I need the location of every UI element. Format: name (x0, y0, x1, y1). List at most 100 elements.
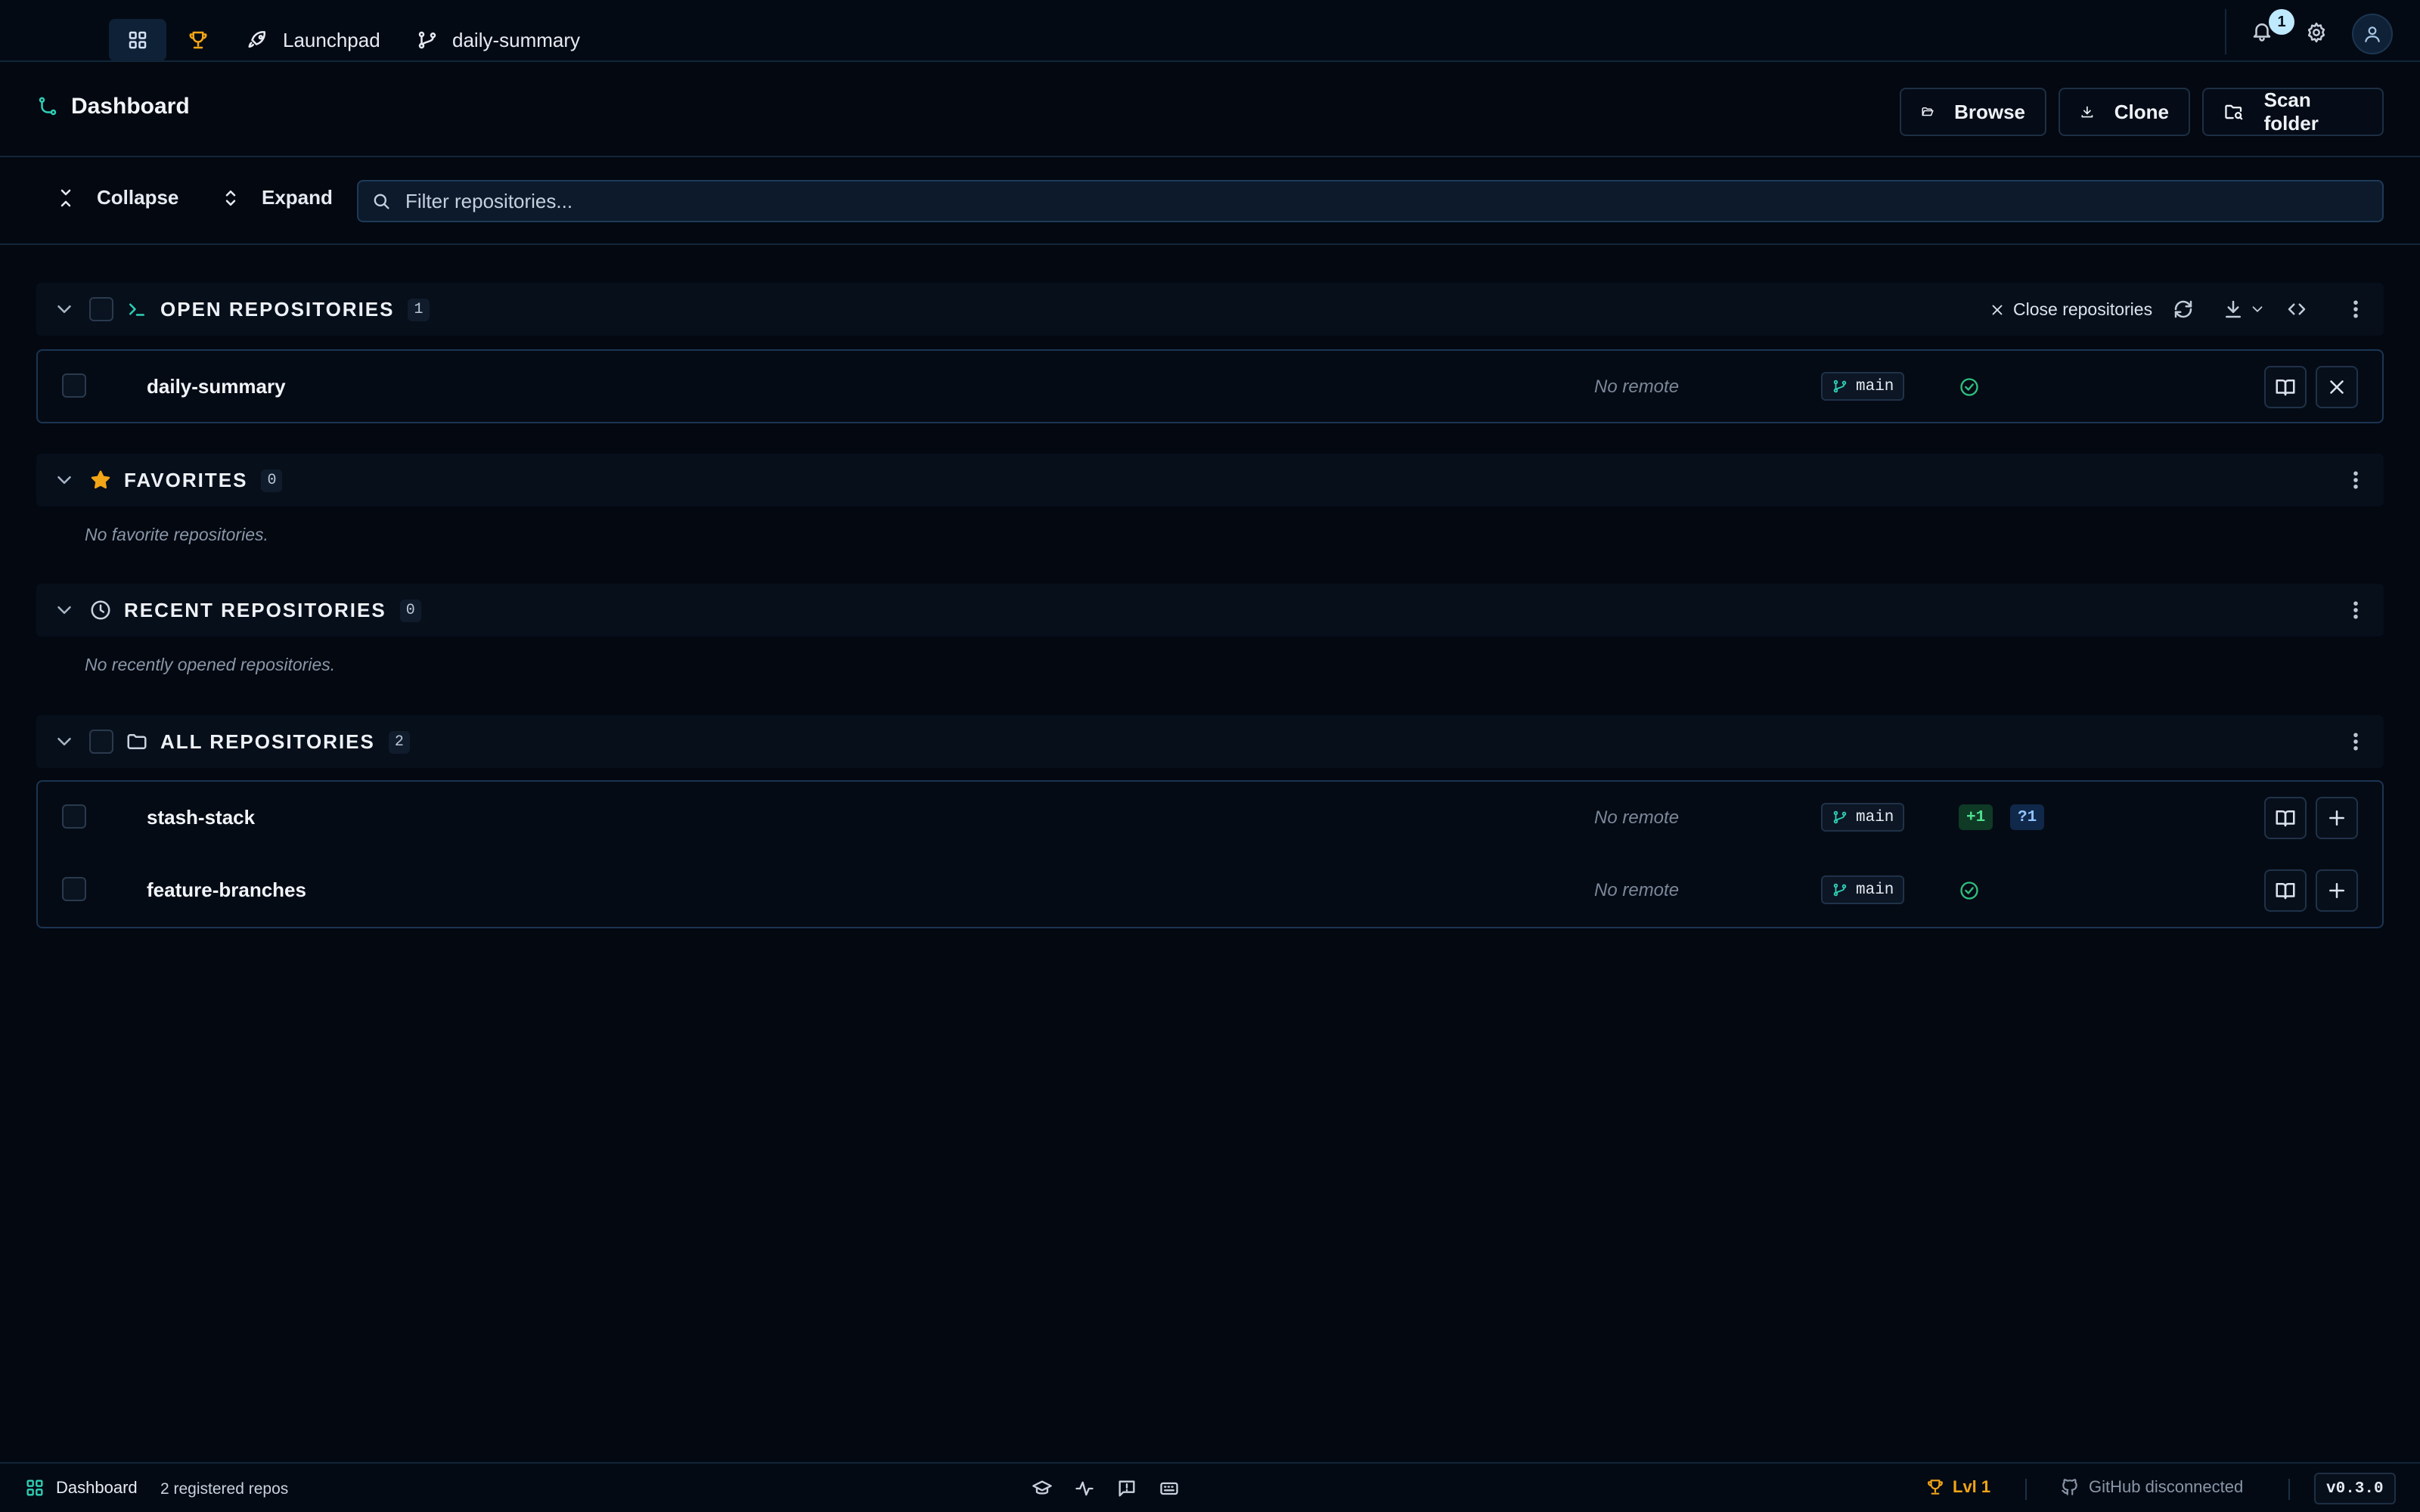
notification-badge: 1 (2269, 9, 2294, 35)
close-icon (2330, 380, 2344, 394)
browse-button[interactable]: Browse (1900, 88, 2046, 136)
expand-label: Expand (262, 186, 333, 209)
branch-badge: main (1821, 875, 1905, 904)
repo-row-stash-stack[interactable]: stash-stack No remote main +1 ?1 (38, 782, 2382, 854)
code-icon[interactable] (2285, 298, 2308, 321)
keyboard-icon[interactable] (1159, 1478, 1180, 1499)
repo-checkbox[interactable] (62, 373, 86, 398)
page-title-text: Dashboard (71, 94, 190, 119)
git-branch-icon (1833, 810, 1847, 824)
recent-repositories-header[interactable]: RECENT REPOSITORIES 0 (36, 584, 2384, 637)
status-dashboard[interactable]: Dashboard (24, 1477, 138, 1498)
favorites-header[interactable]: FAVORITES 0 (36, 454, 2384, 507)
terminal-icon (129, 303, 144, 316)
filter-repositories-input[interactable] (405, 189, 2382, 213)
repo-tab-label: daily-summary (452, 28, 581, 51)
repo-row-daily-summary[interactable]: daily-summary No remote main (38, 351, 2382, 423)
achievements-tab[interactable] (182, 19, 215, 61)
branch-name: main (1856, 808, 1894, 826)
dashboard-grid-icon (129, 31, 147, 49)
open-repo-button[interactable] (2264, 797, 2307, 839)
collapse-all-button[interactable]: Collapse (54, 186, 178, 209)
open-repo-button[interactable] (2264, 366, 2307, 408)
all-repositories-title: ALL REPOSITORIES 2 (160, 730, 410, 754)
clone-button[interactable]: Clone (2059, 88, 2190, 136)
github-status[interactable]: GitHub disconnected (2060, 1477, 2243, 1497)
repo-checkbox[interactable] (62, 804, 86, 829)
git-branch-icon (1833, 883, 1847, 897)
collapse-label: Collapse (97, 186, 179, 209)
open-repositories-title-text: OPEN REPOSITORIES (160, 298, 395, 321)
expand-all-button[interactable]: Expand (219, 186, 333, 209)
feedback-icon[interactable] (1116, 1478, 1137, 1499)
star-icon (91, 470, 110, 489)
level-label: Lvl 1 (1953, 1477, 1991, 1496)
activity-icon[interactable] (1074, 1478, 1095, 1499)
scan-folder-button[interactable]: Scan folder (2202, 88, 2384, 136)
more-options-icon[interactable] (2344, 730, 2367, 753)
chevron-down-icon[interactable] (53, 599, 76, 621)
level-indicator[interactable]: Lvl 1 (1925, 1477, 1990, 1497)
version-badge: v0.3.0 (2314, 1473, 2396, 1504)
download-icon (2081, 106, 2093, 118)
chevron-down-icon[interactable] (53, 298, 76, 321)
more-options-icon[interactable] (2344, 599, 2367, 621)
select-all-repos-checkbox[interactable] (89, 730, 113, 754)
open-repositories-title: OPEN REPOSITORIES 1 (160, 298, 430, 321)
chevron-down-icon[interactable] (53, 469, 76, 491)
branch-name: main (1856, 377, 1894, 395)
chevron-down-icon[interactable] (2249, 298, 2266, 321)
repo-name[interactable]: stash-stack (147, 806, 255, 829)
plus-icon (2329, 883, 2344, 898)
repo-row-feature-branches[interactable]: feature-branches No remote main (38, 854, 2382, 927)
chevrons-expand-icon (225, 190, 236, 206)
launchpad-tab[interactable]: Launchpad (247, 19, 380, 61)
pull-icon[interactable] (2222, 298, 2245, 321)
repo-checkbox[interactable] (62, 877, 86, 901)
recent-repositories-title: RECENT REPOSITORIES 0 (124, 599, 421, 622)
clock-icon (91, 600, 110, 620)
clone-button-label: Clone (2114, 100, 2169, 123)
untracked-files-badge: ?1 (2010, 804, 2045, 830)
filter-repositories-field[interactable] (357, 180, 2384, 222)
top-navigation-bar: Launchpad daily-summary 1 (0, 0, 2420, 62)
user-avatar-button[interactable] (2352, 14, 2393, 54)
add-to-open-button[interactable] (2316, 797, 2358, 839)
open-repositories-header[interactable]: OPEN REPOSITORIES 1 Close repositories (36, 283, 2384, 336)
favorites-empty-message: No favorite repositories. (85, 525, 268, 544)
open-repo-button[interactable] (2264, 869, 2307, 912)
favorites-count: 0 (261, 469, 283, 492)
repo-name[interactable]: daily-summary (147, 375, 286, 398)
repo-remote: No remote (1594, 880, 1680, 900)
open-repositories-count: 1 (408, 298, 430, 321)
page-header: Dashboard Browse Clone Scan folder (0, 64, 2420, 157)
add-to-open-button[interactable] (2316, 869, 2358, 912)
folder-icon (127, 734, 147, 749)
trophy-icon (189, 31, 207, 49)
git-branch-icon (1833, 380, 1847, 393)
open-repositories-list: daily-summary No remote main (36, 349, 2384, 423)
select-all-open-checkbox[interactable] (89, 297, 113, 321)
all-repositories-count: 2 (388, 730, 410, 754)
close-repositories-label: Close repositories (2013, 299, 2153, 319)
close-repo-button[interactable] (2316, 366, 2358, 408)
branch-name: main (1856, 881, 1894, 899)
recent-empty-message: No recently opened repositories. (85, 655, 336, 674)
more-options-icon[interactable] (2344, 469, 2367, 491)
dashboard-tab[interactable] (109, 19, 166, 61)
repo-name[interactable]: feature-branches (147, 878, 306, 902)
graduation-cap-icon[interactable] (1032, 1478, 1053, 1499)
scan-folder-button-label: Scan folder (2263, 88, 2319, 135)
chevron-down-icon[interactable] (53, 730, 76, 753)
close-repositories-button[interactable]: Close repositories (1989, 299, 2152, 320)
branch-badge: main (1821, 372, 1905, 401)
added-files-badge: +1 (1959, 804, 1993, 830)
refresh-icon[interactable] (2172, 298, 2195, 321)
more-options-icon[interactable] (2344, 298, 2367, 321)
rocket-icon (248, 31, 266, 48)
folder-search-icon (2225, 104, 2243, 120)
settings-button[interactable] (2305, 21, 2328, 44)
repo-tab-daily-summary[interactable]: daily-summary (416, 19, 580, 61)
dashboard-grid-icon (26, 1479, 43, 1496)
all-repositories-header[interactable]: ALL REPOSITORIES 2 (36, 715, 2384, 768)
